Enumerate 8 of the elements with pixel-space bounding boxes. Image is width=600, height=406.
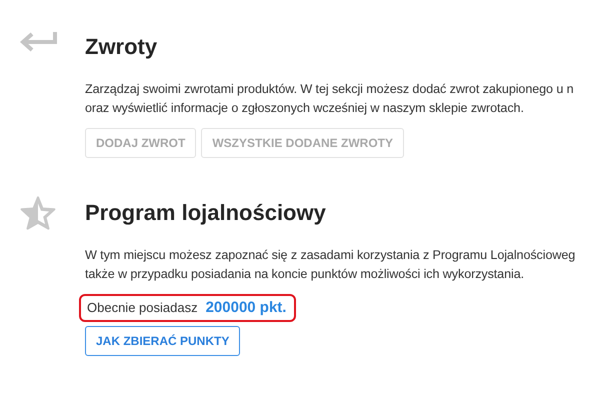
section-title: Zwroty	[85, 33, 158, 61]
points-label: Obecnie posiadasz	[87, 300, 198, 315]
section-title: Program lojalnościowy	[85, 199, 327, 227]
section-description: W tym miejscu możesz zapoznać się z zasadami korzystania z Programu Lojalnościoweg także w przypadku posiadania na koncie punktów możliwości ich wykorzystania.	[85, 247, 576, 283]
collect-points-button[interactable]: JAK ZBIERAĆ PUNKTY	[85, 326, 240, 356]
section-description: Zarządzaj swoimi zwrotami produktów. W tej sekcji możesz dodać zwrot zakupionego u n oraz wyświetlić informacje o zgłoszonych wcześniej w naszym sklepie zwrotach.	[85, 81, 575, 117]
points-value: 200000 pkt.	[206, 299, 286, 316]
star-icon	[20, 196, 56, 230]
